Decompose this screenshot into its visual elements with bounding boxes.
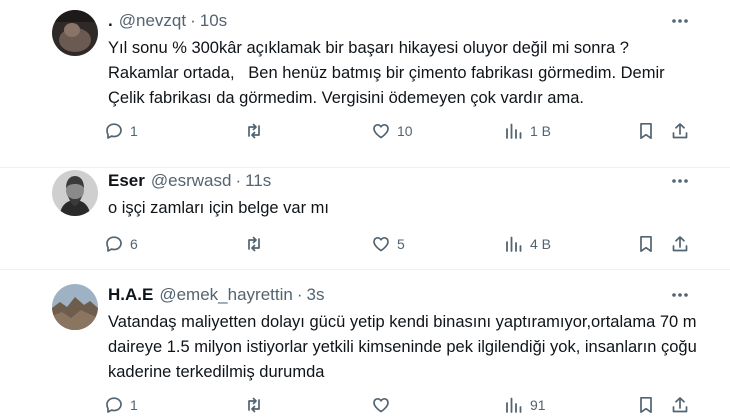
share-icon bbox=[672, 397, 688, 413]
views-icon bbox=[506, 397, 522, 413]
avatar-image bbox=[52, 284, 98, 330]
bookmark-icon bbox=[640, 235, 652, 253]
more-button[interactable] bbox=[669, 284, 691, 306]
author-name[interactable]: Eser bbox=[108, 171, 145, 191]
reply-count: 1 bbox=[130, 397, 138, 413]
bookmark-button[interactable] bbox=[636, 231, 656, 257]
author-handle[interactable]: @emek_hayrettin bbox=[159, 285, 293, 305]
reply-button[interactable]: 1 bbox=[104, 392, 138, 418]
like-button[interactable]: 5 bbox=[371, 231, 405, 257]
tweet-text: Vatandaş maliyetten dolayı gücü yetip ke… bbox=[108, 313, 702, 381]
views-count: 4 B bbox=[530, 236, 552, 252]
more-button[interactable] bbox=[669, 170, 691, 192]
timestamp[interactable]: 3s bbox=[307, 285, 325, 305]
action-bar: 1 10 1 B bbox=[104, 118, 694, 144]
author-handle[interactable]: @esrwasd bbox=[151, 171, 232, 191]
reply-icon bbox=[106, 397, 122, 413]
like-icon bbox=[373, 236, 389, 252]
tweet-2[interactable]: Eser @esrwasd · 11s o işçi zamları için … bbox=[0, 168, 730, 270]
like-count: 10 bbox=[397, 123, 413, 139]
more-icon bbox=[672, 19, 688, 23]
timestamp[interactable]: 11s bbox=[245, 171, 271, 191]
separator-dot: · bbox=[235, 171, 242, 190]
bookmark-icon bbox=[640, 122, 652, 140]
tweet-header: Eser @esrwasd · 11s bbox=[108, 170, 271, 192]
reply-button[interactable]: 6 bbox=[104, 231, 138, 257]
retweet-button[interactable] bbox=[244, 118, 270, 144]
retweet-button[interactable] bbox=[244, 392, 270, 418]
avatar[interactable] bbox=[52, 284, 98, 330]
retweet-icon bbox=[248, 397, 260, 413]
like-button[interactable]: 10 bbox=[371, 118, 413, 144]
action-bar: 1 91 bbox=[104, 392, 694, 418]
reply-button[interactable]: 1 bbox=[104, 118, 138, 144]
tweet-1[interactable]: . @nevzqt · 10s Yıl sonu % 300kâr açıkla… bbox=[0, 0, 730, 168]
tweet-text: o işçi zamları için belge var mı bbox=[108, 199, 329, 217]
share-button[interactable] bbox=[670, 392, 690, 418]
retweet-icon bbox=[248, 236, 260, 252]
views-button[interactable]: 1 B bbox=[504, 118, 551, 144]
more-button[interactable] bbox=[669, 10, 691, 32]
action-bar: 6 5 4 B bbox=[104, 231, 694, 257]
author-name[interactable]: . bbox=[108, 11, 113, 31]
like-icon bbox=[373, 397, 389, 413]
views-icon bbox=[506, 123, 522, 139]
avatar[interactable] bbox=[52, 10, 98, 56]
like-icon bbox=[373, 123, 389, 139]
tweet-header: H.A.E @emek_hayrettin · 3s bbox=[108, 284, 324, 306]
bookmark-button[interactable] bbox=[636, 392, 656, 418]
views-icon bbox=[506, 236, 522, 252]
reply-icon bbox=[106, 236, 122, 252]
share-button[interactable] bbox=[670, 118, 690, 144]
reply-count: 6 bbox=[130, 236, 138, 252]
tweet-header: . @nevzqt · 10s bbox=[108, 10, 227, 32]
reply-icon bbox=[106, 123, 122, 139]
author-handle[interactable]: @nevzqt bbox=[119, 11, 186, 31]
views-button[interactable]: 91 bbox=[504, 392, 546, 418]
bookmark-button[interactable] bbox=[636, 118, 656, 144]
tweet-3[interactable]: H.A.E @emek_hayrettin · 3s Vatandaş mali… bbox=[0, 270, 730, 420]
views-count: 91 bbox=[530, 397, 546, 413]
share-icon bbox=[672, 123, 688, 139]
timestamp[interactable]: 10s bbox=[200, 11, 227, 31]
views-button[interactable]: 4 B bbox=[504, 231, 551, 257]
like-count: 5 bbox=[397, 236, 405, 252]
share-button[interactable] bbox=[670, 231, 690, 257]
share-icon bbox=[672, 236, 688, 252]
separator-dot: · bbox=[190, 11, 196, 30]
views-count: 1 B bbox=[530, 123, 552, 139]
avatar-image bbox=[52, 170, 98, 216]
more-icon bbox=[672, 293, 688, 297]
more-icon bbox=[672, 179, 688, 183]
tweet-text: Yıl sonu % 300kâr açıklamak bir başarı h… bbox=[108, 39, 665, 107]
avatar[interactable] bbox=[52, 170, 98, 216]
author-name[interactable]: H.A.E bbox=[108, 285, 153, 305]
retweet-icon bbox=[248, 123, 260, 139]
retweet-button[interactable] bbox=[244, 231, 270, 257]
avatar-image bbox=[52, 10, 98, 56]
reply-count: 1 bbox=[130, 123, 138, 139]
separator-dot: · bbox=[296, 285, 303, 304]
like-button[interactable] bbox=[371, 392, 397, 418]
bookmark-icon bbox=[640, 396, 652, 414]
